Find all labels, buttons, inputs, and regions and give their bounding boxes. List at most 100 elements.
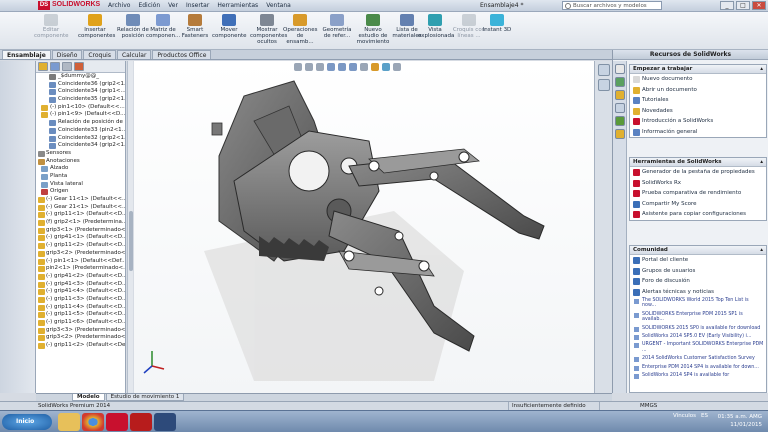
feature-tree-tab-icon[interactable] [38,62,48,71]
command-button-13[interactable]: Instant 3D [480,14,514,33]
tree-item[interactable]: Coincidente34 (grip1<... [36,88,125,96]
explorer-app-icon[interactable] [58,413,80,431]
tree-item[interactable]: Vista lateral [36,181,125,189]
graphics-viewport[interactable] [134,61,594,393]
chrome-app-icon[interactable] [82,413,104,431]
tree-item[interactable]: (-) grip11<2> (Default<<Def... [36,342,125,350]
news-link[interactable]: SolidWorks 2014 SP4 is available for [630,372,766,380]
tree-item[interactable]: (-) pin1<1> (Default<<Def... [36,258,125,266]
tree-item[interactable]: Sensores [36,150,125,158]
menu-item-3[interactable]: Insertar [186,1,209,11]
collapse-icon[interactable]: ▴ [760,246,763,255]
tab-3[interactable]: Calcular [116,50,152,59]
tree-item[interactable]: (-) Gear 11<1> (Default<<... [36,196,125,204]
news-link[interactable]: The SOLIDWORKS World 2015 Top Ten List i… [630,297,766,311]
resource-link[interactable]: Prueba comparativa de rendimiento [630,188,766,199]
tab-0[interactable]: Ensamblaje [2,50,51,59]
resource-link[interactable]: Introducción a SolidWorks [630,116,766,127]
custom-properties-icon[interactable] [614,129,625,139]
news-link[interactable]: 2014 SolidWorks Customer Satisfaction Su… [630,355,766,363]
resource-link[interactable]: Alertas técnicas y noticias [630,287,766,298]
command-button-4[interactable]: Smart Fasteners [178,14,212,39]
tab-4[interactable]: Productos Office [152,50,212,59]
news-link[interactable]: SolidWorks 2014 SP5.0 EV (Early Visibili… [630,333,766,341]
search-input[interactable]: Buscar archivos y modelos [562,1,662,10]
tree-item[interactable]: (-) grip11<5> (Default<<D... [36,311,125,319]
tree-item[interactable]: Anotaciones [36,158,125,166]
news-link[interactable]: Enterprise PDM 2014 SP4 is available for… [630,364,766,372]
property-manager-tab-icon[interactable] [50,62,60,71]
news-link[interactable]: SOLIDWORKS 2015 SP0 is available for dow… [630,325,766,333]
menu-item-4[interactable]: Herramientas [217,1,258,11]
command-button-5[interactable]: Mover componente [212,14,247,39]
command-button-7[interactable]: Operaciones de ensamb... [283,14,318,45]
tree-item[interactable]: (-) pin1<10> (Default<<... [36,104,125,112]
tree-item[interactable]: grip3<1> (Predeterminado<... [36,227,125,235]
tree-item[interactable]: (-) grip11<2> (Default<<D... [36,242,125,250]
tree-item[interactable]: grip3<2> (Predeterminado<... [36,334,125,342]
news-link[interactable]: SOLIDWORKS Enterprise PDM 2015 SP1 is av… [630,311,766,325]
tree-item[interactable]: (-) Gear 21<1> (Default<<... [36,204,125,212]
close-button[interactable]: ✕ [752,1,766,10]
tree-item[interactable]: grip3<3> (Predeterminado<... [36,327,125,335]
start-button[interactable]: Inicio [2,414,52,430]
model-tab-0[interactable]: Modelo [72,394,105,401]
tree-item[interactable]: (-) grip41<4> (Default<<D... [36,288,125,296]
tree-item[interactable]: Origen [36,188,125,196]
tree-item[interactable]: Alzado [36,165,125,173]
tree-item[interactable]: (-) grip11<1> (Default<<D... [36,211,125,219]
collapse-icon[interactable]: ▴ [760,158,763,167]
resource-link[interactable]: Generador de la pestaña de propiedades [630,167,766,178]
design-library-icon[interactable] [614,77,625,87]
tree-item[interactable]: Planta [36,173,125,181]
resource-link[interactable]: Compartir My Score [630,199,766,210]
configuration-tab-icon[interactable] [62,62,72,71]
menu-item-5[interactable]: Ventana [266,1,291,11]
view-palette-tab-icon[interactable] [614,103,625,113]
tree-item[interactable]: (-) grip11<4> (Default<<D... [36,304,125,312]
tree-item[interactable]: Coincidente33 (pin2<1... [36,127,125,135]
tree-item[interactable]: grip3<2> (Predeterminado<... [36,250,125,258]
command-button-9[interactable]: Nuevo estudio de movimiento [356,14,390,45]
tree-scroll-thumb[interactable] [129,211,133,271]
solidworks-logo[interactable]: DS SOLIDWORKS [38,1,108,11]
resource-link[interactable]: Información general [630,127,766,138]
command-button-8[interactable]: Geometría de refer... [320,14,354,39]
solidworks-app-icon[interactable] [106,413,128,431]
tree-item[interactable]: Relación de posición de ... [36,119,125,127]
maximize-button[interactable]: □ [736,1,750,10]
news-link[interactable]: URGENT - Important SOLIDWORKS Enterprise… [630,341,766,355]
tree-item[interactable]: (-) grip41<2> (Default<<D... [36,273,125,281]
status-units[interactable]: MMGS [640,403,657,409]
tray-links[interactable]: Vínculos [673,413,696,419]
resource-link[interactable]: SolidWorks Rx [630,178,766,189]
tray-language[interactable]: ES [701,413,708,419]
resource-link[interactable]: Nuevo documento [630,74,766,85]
resource-link[interactable]: Novedades [630,106,766,117]
tree-item[interactable]: Coincidente35 (grip2<1... [36,96,125,104]
display-manager-tab-icon[interactable] [74,62,84,71]
home-tab-icon[interactable] [614,64,625,74]
menu-item-2[interactable]: Ver [168,1,178,11]
command-button-11[interactable]: Vista explosionada [418,14,454,39]
model-tab-1[interactable]: Estudio de movimiento 1 [105,394,185,401]
resource-link[interactable]: Asistente para copiar configuraciones [630,209,766,220]
tree-item[interactable]: Coincidente34 (grip2<1... [36,142,125,150]
appearances-tab-icon[interactable] [614,116,625,126]
tab-1[interactable]: Diseño [51,50,83,59]
tree-item[interactable]: (f) grip2<1> (Predetermina... [36,219,125,227]
resource-link[interactable]: Abrir un documento [630,85,766,96]
menu-item-0[interactable]: Archivo [108,1,130,11]
acrobat-app-icon[interactable] [130,413,152,431]
command-button-3[interactable]: Matriz de componen... [146,14,180,39]
vm-app-icon[interactable] [154,413,176,431]
command-button-0[interactable]: Editar componente [34,14,69,39]
clock[interactable]: 01:35 a.m. AMG 11/01/2015 [718,413,762,429]
tree-item[interactable]: Coincidente32 (grip2<1... [36,135,125,143]
command-button-1[interactable]: Insertar componentes [78,14,115,39]
collapse-icon[interactable]: ▴ [760,65,763,74]
resource-link[interactable]: Tutoriales [630,95,766,106]
tree-item[interactable]: (-) grip11<6> (Default<<D... [36,319,125,327]
tree-item[interactable]: pin2<1> (Predeterminado<... [36,265,125,273]
tree-item[interactable]: _$dummy@@_ [36,73,125,81]
